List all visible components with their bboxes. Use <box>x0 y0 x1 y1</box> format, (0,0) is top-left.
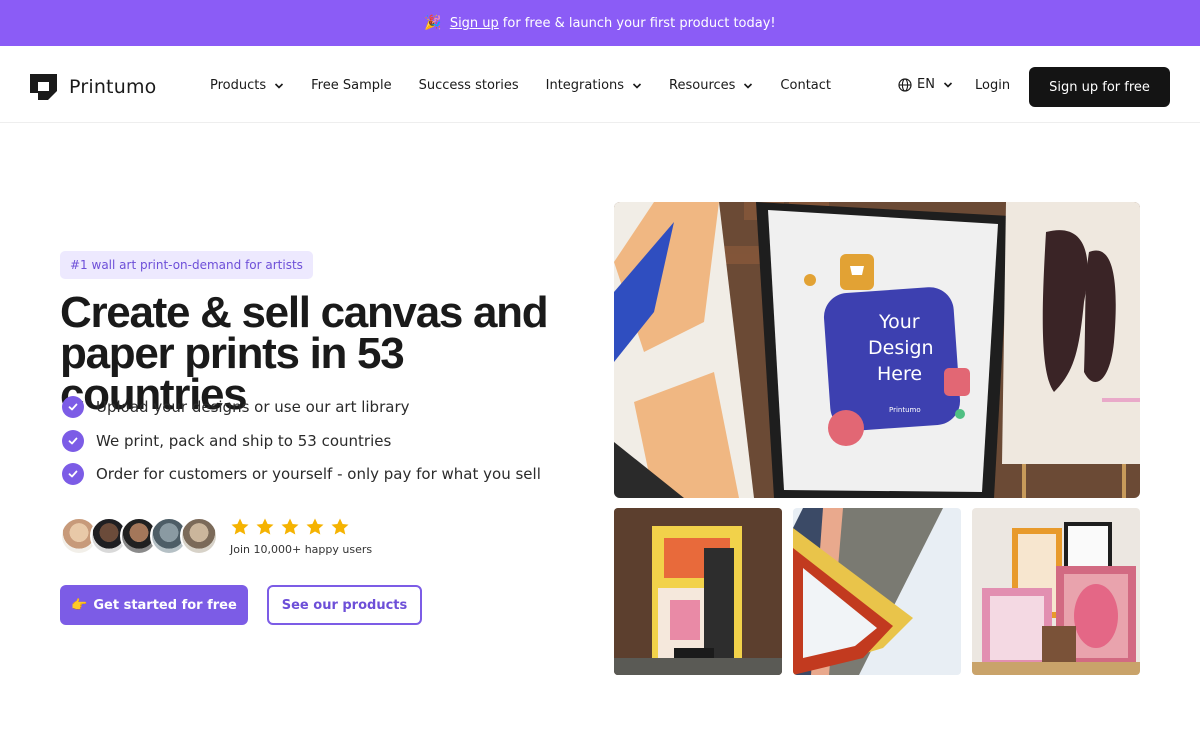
globe-icon <box>898 77 912 92</box>
star-icon <box>281 518 299 535</box>
signup-button[interactable]: Sign up for free <box>1029 67 1170 107</box>
brand-logo[interactable]: Printumo <box>30 74 156 100</box>
nav-integrations-label: Integrations <box>545 78 625 93</box>
check-icon <box>62 396 84 418</box>
site-header: Printumo Products Free Sample Success st… <box>0 46 1200 123</box>
announcement-banner: 🎉 Sign up for free & launch your first p… <box>0 0 1200 46</box>
feature-text: We print, pack and ship to 53 countries <box>96 431 392 450</box>
star-icon <box>256 518 274 535</box>
feature-list: Upload your designs or use our art libra… <box>62 396 541 497</box>
mockup-line-3: Here <box>877 363 922 385</box>
main-nav: Products Free Sample Success stories Int… <box>210 78 858 93</box>
stacked-prints-image <box>614 508 782 675</box>
chevron-down-icon <box>275 82 284 89</box>
printumo-logo-icon <box>30 74 57 100</box>
feature-item: Upload your designs or use our art libra… <box>62 396 541 418</box>
user-avatars <box>60 517 218 555</box>
brand-name: Printumo <box>69 76 157 98</box>
feature-item: Order for customers or yourself - only p… <box>62 463 541 485</box>
avatar <box>180 517 218 555</box>
nav-contact[interactable]: Contact <box>780 78 831 93</box>
see-products-button[interactable]: See our products <box>267 585 422 625</box>
nav-products-label: Products <box>210 78 267 93</box>
banner-text: for free & launch your first product tod… <box>502 15 776 31</box>
nav-contact-label: Contact <box>780 78 831 93</box>
nav-success-stories[interactable]: Success stories <box>419 78 519 93</box>
social-proof-text: Join 10,000+ happy users <box>230 543 373 556</box>
get-started-button[interactable]: 👉 Get started for free <box>60 585 248 625</box>
party-icon: 🎉 <box>424 15 442 31</box>
mockup-line-1: Your <box>878 311 920 333</box>
language-label: EN <box>917 77 935 92</box>
banner-signup-link[interactable]: Sign up <box>450 16 499 31</box>
get-started-label: Get started for free <box>93 597 237 613</box>
nav-success-stories-label: Success stories <box>418 78 519 93</box>
star-icon <box>306 518 324 535</box>
pointing-hand-icon: 👉 <box>71 597 88 613</box>
framed-prints-image <box>972 508 1140 675</box>
nav-products[interactable]: Products <box>210 78 284 93</box>
language-selector[interactable]: EN <box>898 77 953 92</box>
star-icon <box>231 518 249 535</box>
star-icon <box>331 518 349 535</box>
hero-tag: #1 wall art print-on-demand for artists <box>60 251 313 279</box>
check-icon <box>62 463 84 485</box>
chevron-down-icon <box>744 82 753 89</box>
feature-text: Upload your designs or use our art libra… <box>96 398 410 416</box>
feature-text: Order for customers or yourself - only p… <box>96 465 541 483</box>
chevron-down-icon <box>943 81 953 88</box>
feature-item: We print, pack and ship to 53 countries <box>62 429 541 452</box>
frame-corners-image <box>793 508 961 675</box>
rating-stars <box>230 517 355 537</box>
nav-resources[interactable]: Resources <box>669 78 753 93</box>
canvas-mockup-image: Your Design Here Printumo <box>614 202 1140 498</box>
chevron-down-icon <box>632 82 642 89</box>
headline-line-1: Create & sell canvas and <box>60 288 549 337</box>
mockup-brand: Printumo <box>889 406 921 414</box>
nav-free-sample-label: Free Sample <box>311 78 392 93</box>
nav-integrations[interactable]: Integrations <box>546 78 642 93</box>
login-link[interactable]: Login <box>975 78 1010 93</box>
check-icon <box>62 429 84 452</box>
nav-resources-label: Resources <box>669 78 736 93</box>
nav-free-sample[interactable]: Free Sample <box>311 78 391 93</box>
mockup-line-2: Design <box>868 337 934 359</box>
